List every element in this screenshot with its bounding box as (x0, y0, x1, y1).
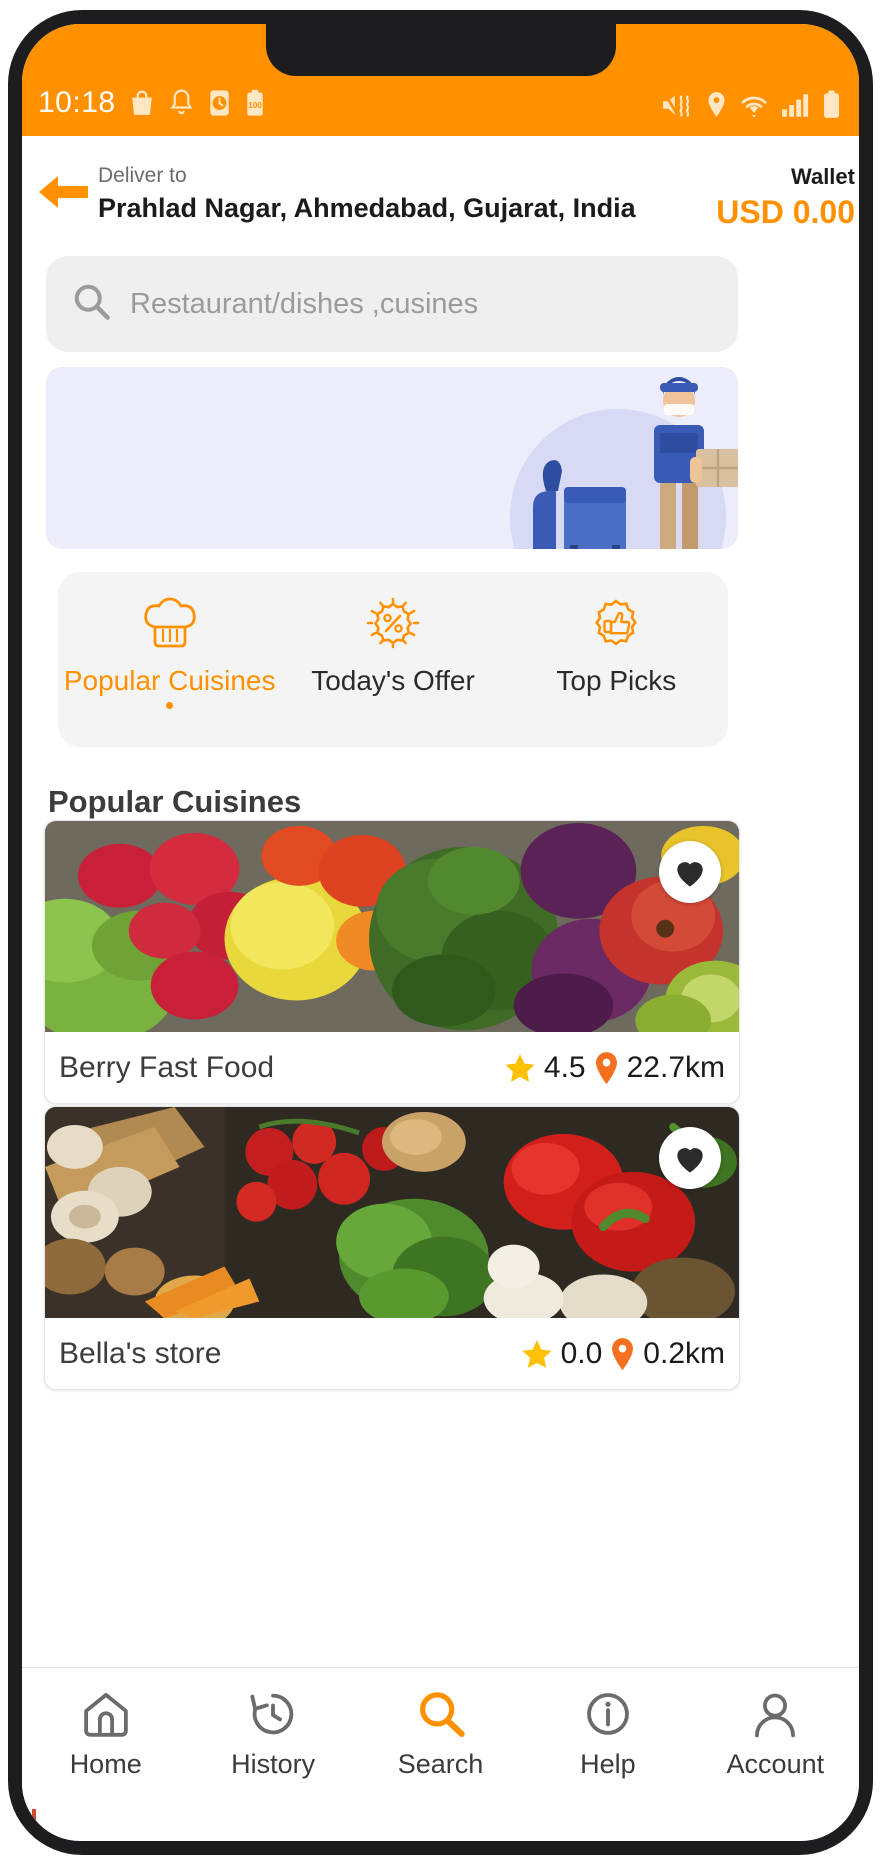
nav-item-help[interactable]: Help (524, 1685, 691, 1780)
nav-label: History (231, 1749, 316, 1779)
phone-screenshot: 10:18 100 Deliver to Prahlad Nagar, Ahme… (0, 0, 881, 1870)
restaurant-rating: 4.5 (543, 1051, 586, 1084)
device-notch (265, 24, 616, 76)
restaurant-name: Berry Fast Food (59, 1051, 275, 1084)
info-circle-icon (582, 1685, 634, 1743)
wallet-amount: USD 0.00 (716, 194, 855, 230)
nav-label: Account (726, 1749, 825, 1779)
arrow-left-icon[interactable] (34, 170, 92, 214)
delivery-address-header: Deliver to Prahlad Nagar, Ahmedabad, Guj… (22, 136, 859, 246)
search-icon (415, 1685, 467, 1743)
device-screen: 10:18 100 Deliver to Prahlad Nagar, Ahme… (22, 24, 859, 1841)
delivery-person-illustration (510, 377, 738, 549)
search-input[interactable]: Restaurant/dishes ,cusines (130, 288, 478, 321)
tab-todays-offer[interactable]: Today's Offer (281, 572, 504, 747)
status-bar: 10:18 100 (22, 24, 859, 136)
status-bar-right (661, 90, 841, 120)
restaurant-info-row: Berry Fast Food 4.5 22.7km (45, 1033, 739, 1103)
mushrooms-tomatoes-peppers-photo (45, 1107, 739, 1319)
tab-label: Today's Offer (311, 665, 475, 696)
tab-label: Popular Cuisines (63, 665, 276, 696)
delivery-address-value: Prahlad Nagar, Ahmedabad, Gujarat, India (98, 193, 636, 223)
bottom-navigation: Home History Search Help Account (22, 1667, 859, 1797)
discount-badge-icon (363, 594, 423, 656)
restaurant-image (45, 821, 739, 1033)
restaurant-card[interactable]: Berry Fast Food 4.5 22.7km (44, 820, 740, 1104)
wifi-icon (738, 91, 770, 119)
star-icon (505, 1054, 535, 1082)
home-icon (80, 1685, 132, 1743)
restaurant-image (45, 1107, 739, 1319)
heart-icon (677, 1147, 703, 1173)
battery-100-icon: 100 (244, 88, 266, 118)
search-bar[interactable]: Restaurant/dishes ,cusines (46, 256, 738, 352)
cellular-signal-icon (781, 91, 811, 119)
location-pin-icon (595, 1052, 617, 1085)
promo-banner[interactable] (46, 367, 738, 549)
restaurant-distance: 22.7km (626, 1051, 725, 1084)
home-indicator (32, 1809, 36, 1835)
restaurant-meta: 4.5 22.7km (503, 1051, 725, 1085)
nav-label: Help (580, 1749, 636, 1779)
restaurant-meta: 0.0 0.2km (520, 1337, 725, 1371)
location-pin-icon (706, 91, 727, 119)
status-bar-left: 10:18 100 (38, 86, 266, 120)
nav-label: Search (397, 1749, 484, 1779)
volume-mute-vibrate-icon (661, 91, 695, 119)
chef-hat-icon (140, 594, 200, 656)
person-icon (749, 1685, 801, 1743)
search-icon (72, 282, 112, 327)
location-pin-icon (612, 1338, 634, 1371)
favorite-button[interactable] (659, 841, 721, 903)
nav-label: Home (69, 1749, 142, 1779)
nav-item-history[interactable]: History (189, 1685, 356, 1780)
tab-label: Top Picks (556, 665, 677, 696)
fresh-fruits-vegetables-photo (45, 821, 739, 1033)
bell-icon (168, 88, 195, 118)
thumbs-up-badge-icon (586, 594, 646, 656)
nav-item-home[interactable]: Home (22, 1685, 189, 1780)
nav-item-search[interactable]: Search (357, 1685, 524, 1780)
restaurant-info-row: Bella's store 0.0 0.2km (45, 1319, 739, 1389)
battery-full-icon (822, 90, 841, 120)
heart-icon (677, 861, 703, 887)
address-block[interactable]: Deliver to Prahlad Nagar, Ahmedabad, Guj… (98, 162, 636, 226)
wallet-label: Wallet (791, 164, 855, 189)
star-icon (521, 1340, 552, 1368)
section-title: Popular Cuisines (48, 784, 302, 819)
restaurant-rating: 0.0 (560, 1337, 603, 1370)
favorite-button[interactable] (659, 1127, 721, 1189)
shopping-bag-icon (129, 88, 155, 118)
restaurant-card[interactable]: Bella's store 0.0 0.2km (44, 1106, 740, 1390)
tab-top-picks[interactable]: Top Picks (505, 572, 728, 747)
history-clock-icon (247, 1685, 299, 1743)
status-time: 10:18 (38, 86, 116, 119)
wallet-block[interactable]: Wallet USD 0.00 (716, 162, 855, 232)
deliver-to-label: Deliver to (98, 164, 187, 187)
category-tabs: Popular Cuisines Today's Offer Top Picks (58, 572, 728, 747)
nav-item-account[interactable]: Account (692, 1685, 859, 1780)
tab-popular-cuisines[interactable]: Popular Cuisines (58, 572, 281, 747)
svg-text:100: 100 (248, 101, 262, 110)
restaurant-distance: 0.2km (643, 1337, 725, 1370)
active-tab-indicator (166, 702, 174, 709)
restaurant-name: Bella's store (59, 1337, 222, 1370)
clock-icon (208, 88, 231, 118)
